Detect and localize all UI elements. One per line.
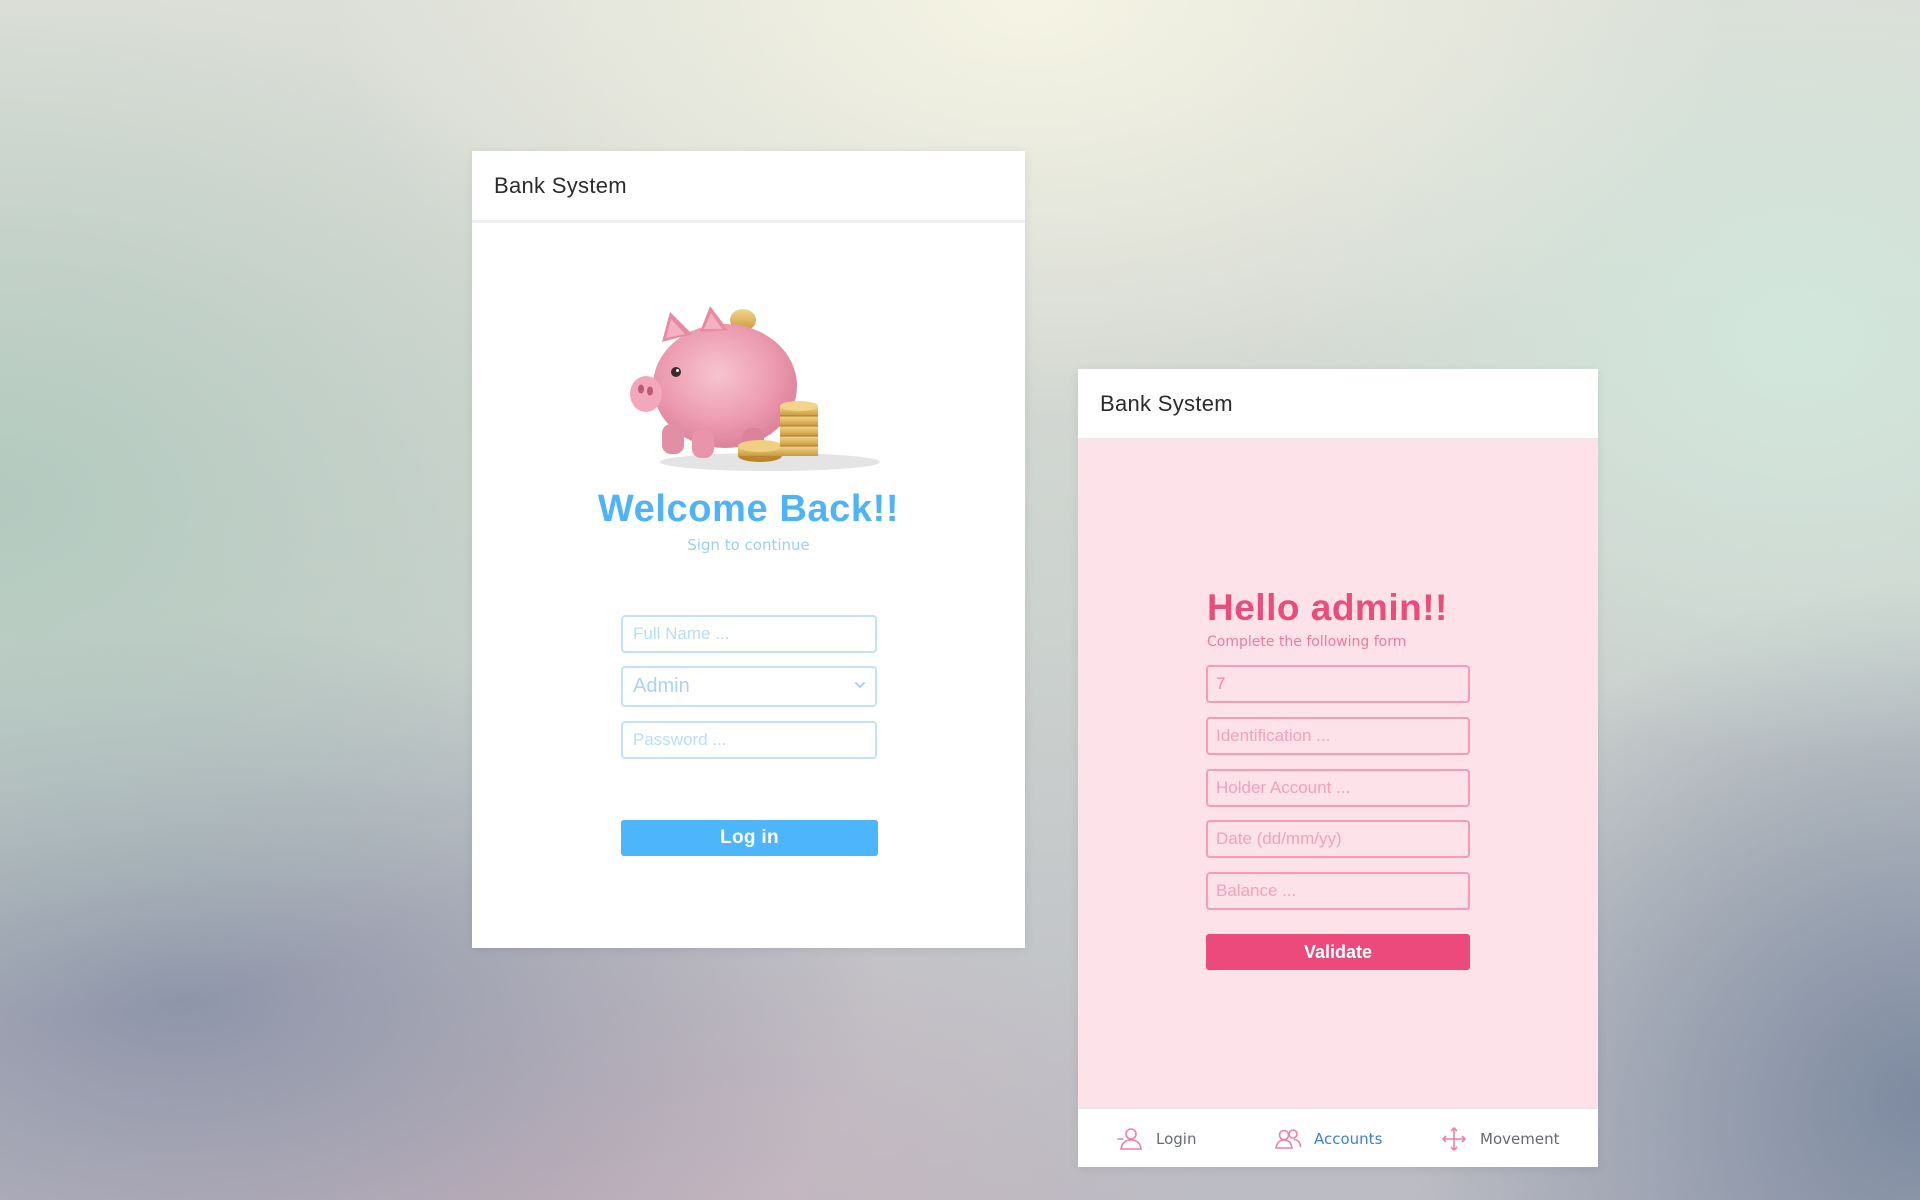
- piggy-bank-icon: [630, 306, 880, 471]
- move-arrows-icon: [1442, 1127, 1466, 1151]
- users-icon: [1275, 1129, 1302, 1149]
- nav-item-accounts[interactable]: Accounts: [1274, 1127, 1382, 1151]
- nav-item-login[interactable]: Login: [1116, 1127, 1196, 1151]
- validate-button[interactable]: Validate: [1206, 934, 1470, 970]
- account-number-input[interactable]: [1206, 665, 1470, 703]
- app-title: Bank System: [1100, 390, 1233, 416]
- app-title: Bank System: [494, 172, 627, 198]
- password-input[interactable]: [621, 721, 877, 759]
- nav-label-movement: Movement: [1480, 1130, 1560, 1148]
- bottom-navigation: Login Accounts Movement: [1078, 1107, 1598, 1167]
- nav-label-login: Login: [1156, 1130, 1197, 1148]
- hello-title: Hello admin!!: [1207, 587, 1448, 628]
- balance-input[interactable]: [1206, 872, 1470, 910]
- role-select-value: Admin: [633, 675, 690, 697]
- login-card: Bank System Welcome Back!! Sign to conti…: [472, 151, 1025, 948]
- identification-input[interactable]: [1206, 717, 1470, 755]
- date-input[interactable]: [1206, 820, 1470, 858]
- welcome-subtitle: Sign to continue: [687, 536, 810, 554]
- holder-account-input[interactable]: [1206, 769, 1470, 807]
- role-select[interactable]: Admin: [621, 666, 877, 707]
- login-card-header: Bank System: [472, 151, 1025, 223]
- piggy-bank-illustration: [610, 294, 910, 474]
- full-name-input[interactable]: [621, 615, 877, 653]
- accounts-card-header: Bank System: [1078, 369, 1598, 441]
- hello-subtitle: Complete the following form: [1207, 634, 1407, 650]
- login-button[interactable]: Log in: [621, 820, 878, 856]
- chevron-down-icon: [855, 682, 865, 689]
- accounts-card: Bank System Hello admin!! Complete the f…: [1078, 369, 1598, 1167]
- nav-item-movement[interactable]: Movement: [1440, 1127, 1559, 1151]
- user-icon: [1117, 1128, 1142, 1150]
- nav-label-accounts: Accounts: [1314, 1130, 1383, 1148]
- welcome-title: Welcome Back!!: [597, 488, 900, 530]
